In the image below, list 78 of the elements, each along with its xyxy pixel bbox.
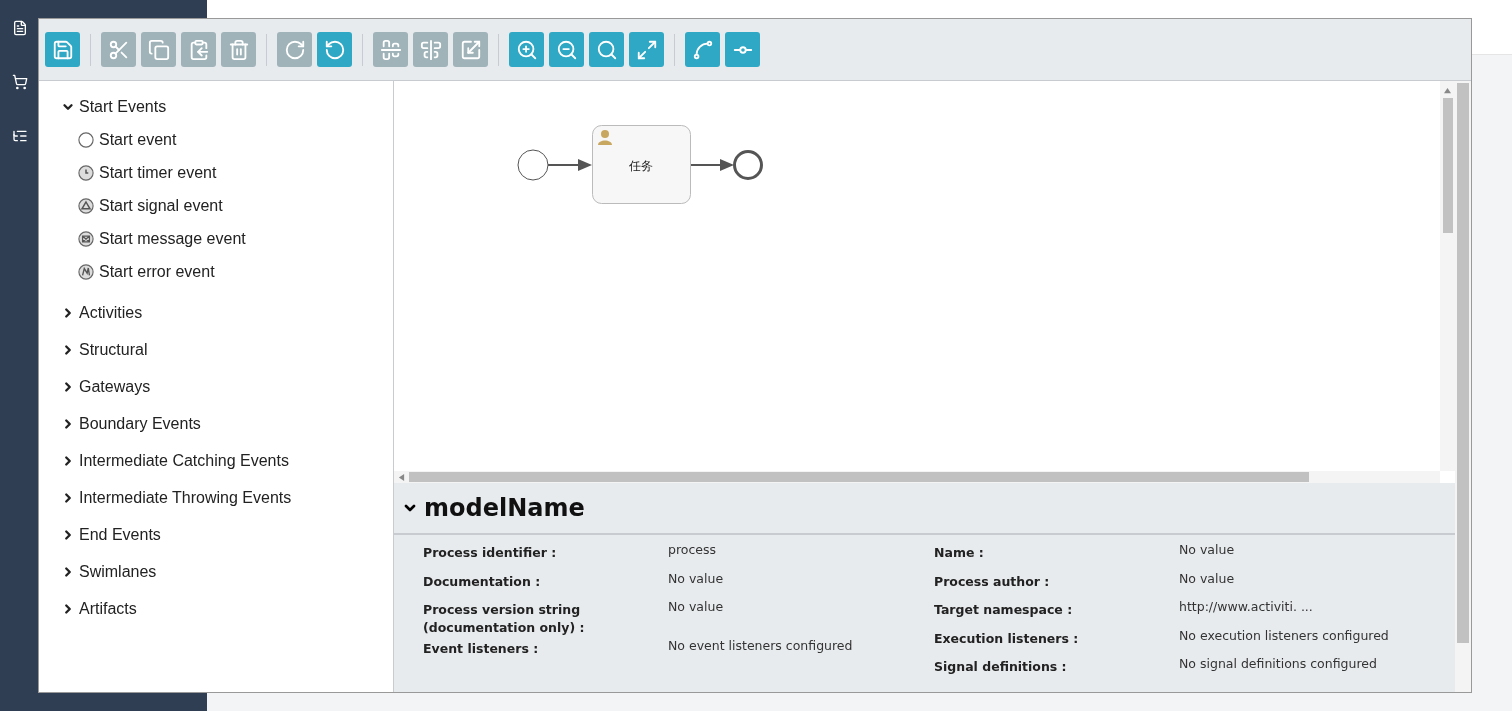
message-event-icon (78, 230, 94, 247)
scrollbar-thumb[interactable] (409, 472, 1309, 482)
zoom-actual-icon (595, 38, 618, 61)
horizontal-scrollbar[interactable] (394, 471, 1440, 483)
palette-group[interactable]: Intermediate Catching Events (61, 449, 393, 473)
zoom-fit-icon (635, 38, 658, 61)
property-value[interactable]: No event listeners configured (668, 637, 853, 666)
palette-item[interactable]: Start event (78, 123, 393, 156)
palette-group[interactable]: Gateways (61, 375, 393, 399)
signal-event-icon (78, 197, 94, 214)
scroll-up-arrow-icon[interactable] (1444, 87, 1451, 94)
toolbar-button[interactable] (725, 32, 760, 67)
property-label: Signal definitions : (934, 658, 1068, 676)
align-vertical-icon (419, 38, 442, 61)
toolbar-button[interactable] (45, 32, 80, 67)
dialog-scrollbar[interactable] (1455, 81, 1471, 692)
scrollbar-thumb[interactable] (1457, 83, 1469, 643)
toolbar-button[interactable] (549, 32, 584, 67)
properties-header[interactable]: modelName (394, 483, 1455, 535)
task-label: 任务 (629, 158, 653, 175)
vertical-scrollbar[interactable] (1440, 81, 1455, 471)
undo-icon (323, 38, 346, 61)
property-value[interactable]: No execution listeners configured (1179, 626, 1389, 655)
palette-group[interactable]: End Events (61, 523, 393, 547)
palette-group[interactable]: Activities (61, 301, 393, 325)
toolbar-button[interactable] (629, 32, 664, 67)
document-icon[interactable] (12, 20, 28, 36)
property-value[interactable]: No value (1179, 541, 1235, 570)
cart-icon[interactable] (12, 74, 28, 90)
property-value[interactable]: process (668, 541, 717, 570)
palette-group[interactable]: Swimlanes (61, 560, 393, 584)
zoom-out-icon (555, 38, 578, 61)
palette-group[interactable]: Intermediate Throwing Events (61, 486, 393, 510)
property-label: Execution listeners : (934, 629, 1080, 648)
property-value[interactable]: No value (668, 569, 724, 598)
scissors-icon (107, 38, 130, 61)
property-value[interactable]: http://www.activiti. ... (1179, 598, 1313, 627)
property-label: Process identifier : (423, 544, 558, 562)
scroll-left-arrow-icon[interactable] (398, 473, 405, 481)
sequence-flow[interactable] (547, 159, 592, 171)
property-label: Process author : (934, 572, 1051, 591)
toolbar-button[interactable] (589, 32, 624, 67)
palette-group[interactable]: Boundary Events (61, 412, 393, 436)
trash-icon (227, 38, 250, 61)
property-label: Target namespace : (934, 601, 1074, 619)
sequence-flow[interactable] (690, 159, 734, 171)
toolbar-button[interactable] (685, 32, 720, 67)
toolbar-button[interactable] (509, 32, 544, 67)
property-value[interactable]: No value (668, 598, 724, 637)
property-label: Process version string (documentation only) : (423, 601, 586, 637)
palette-group[interactable]: Start Events (61, 95, 393, 119)
redo-icon (283, 38, 306, 61)
property-label: Event listeners : (423, 640, 540, 658)
palette-group[interactable]: Artifacts (61, 597, 393, 621)
resize-icon (459, 38, 482, 61)
list-icon[interactable] (12, 128, 28, 144)
palette-item[interactable]: Start message event (78, 222, 393, 255)
align-horizontal-icon (379, 38, 402, 61)
palette-group[interactable]: Structural (61, 338, 393, 362)
start-event[interactable] (517, 149, 549, 181)
circle-icon (78, 131, 94, 148)
error-event-icon (78, 263, 94, 280)
add-bendpoint-icon (691, 38, 714, 61)
timer-event-icon (78, 164, 94, 181)
property-value[interactable]: No value (1179, 569, 1235, 598)
property-label: Name : (934, 544, 985, 562)
property-label: Documentation : (423, 572, 542, 591)
property-value[interactable]: No signal definitions configured (1179, 655, 1377, 684)
palette-item[interactable]: Start signal event (78, 189, 393, 222)
user-icon (598, 130, 612, 145)
end-event[interactable] (733, 150, 763, 180)
toolbar-button[interactable] (317, 32, 352, 67)
save-icon (51, 38, 74, 61)
scrollbar-thumb[interactable] (1442, 98, 1453, 233)
palette-item[interactable]: Start error event (78, 255, 393, 288)
palette-item[interactable]: Start timer event (78, 156, 393, 189)
zoom-in-icon (515, 38, 538, 61)
copy-icon (147, 38, 170, 61)
